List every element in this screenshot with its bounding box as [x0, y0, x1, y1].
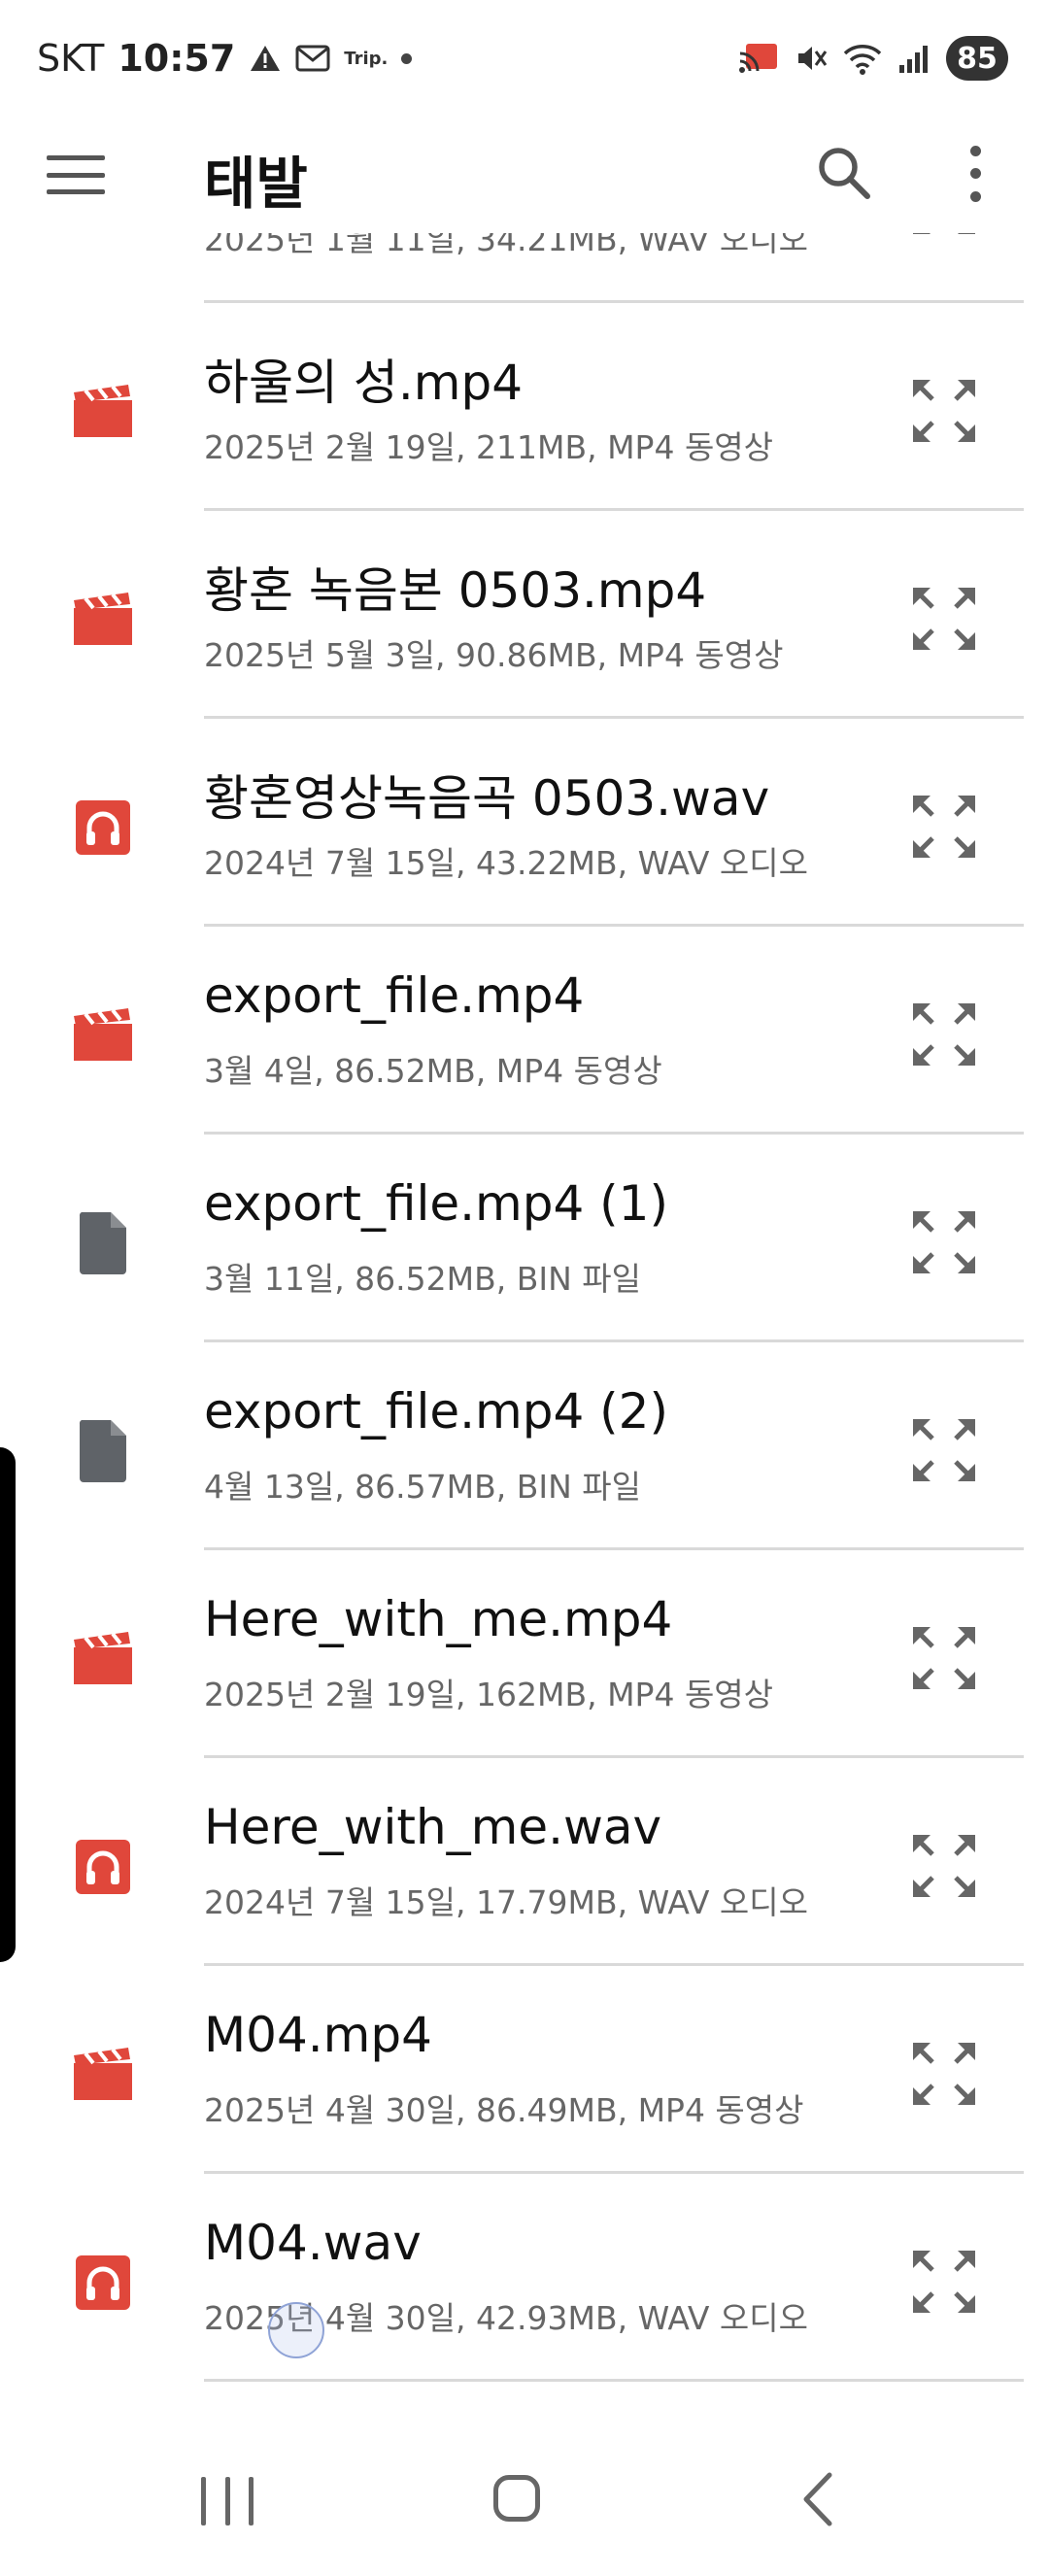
expand-icon[interactable]: [907, 1621, 981, 1695]
expand-icon[interactable]: [907, 582, 981, 656]
app-bar: 태발: [0, 117, 1049, 233]
file-name: export_file.mp4 (1): [204, 1175, 668, 1232]
more-vert-icon[interactable]: [952, 140, 998, 208]
file-details: 2025년 2월 19일, 162MB, MP4 동영상: [204, 1676, 774, 1713]
navigation-bar: [0, 2428, 1049, 2576]
generic-file-icon: [70, 1210, 136, 1276]
battery-level: 85: [946, 36, 1008, 81]
video-file-icon: [70, 587, 136, 653]
page-title: 태발: [204, 151, 308, 217]
expand-icon[interactable]: [907, 2245, 981, 2319]
cast-icon: [738, 42, 779, 75]
file-name: export_file.mp4 (2): [204, 1383, 668, 1440]
expand-icon[interactable]: [907, 233, 981, 240]
expand-icon[interactable]: [907, 1829, 981, 1903]
expand-icon[interactable]: [907, 1205, 981, 1279]
mail-icon: [295, 45, 330, 72]
expand-icon[interactable]: [907, 790, 981, 864]
file-details: 2025년 2월 19일, 211MB, MP4 동영상: [204, 428, 774, 466]
file-name: M04.wav: [204, 2215, 422, 2271]
file-name: export_file.mp4: [204, 967, 585, 1024]
file-row[interactable]: M04.mp4 2025년 4월 30일, 86.49MB, MP4 동영상: [0, 1966, 1049, 2174]
touch-indicator: [268, 2302, 324, 2358]
file-details: 2025년 4월 30일, 86.49MB, MP4 동영상: [204, 2091, 804, 2129]
file-row[interactable]: 대본 녹음 1.wav2025년 1월 11일, 34.21MB, WAV 오디…: [0, 233, 1049, 303]
file-row[interactable]: 황혼 녹음본 0503.mp4 2025년 5월 3일, 90.86MB, MP4…: [0, 511, 1049, 719]
signal-icon: [897, 42, 931, 75]
file-row[interactable]: Here_with_me.mp4 2025년 2월 19일, 162MB, MP4…: [0, 1550, 1049, 1758]
edge-panel-handle[interactable]: [0, 1447, 16, 1962]
file-row[interactable]: 황혼영상녹음곡 0503.wav 2024년 7월 15일, 43.22MB, W…: [0, 719, 1049, 927]
menu-icon[interactable]: [47, 150, 105, 200]
generic-file-icon: [70, 1418, 136, 1484]
file-row[interactable]: export_file.mp4 (1) 3월 11일, 86.52MB, BIN …: [0, 1135, 1049, 1342]
audio-file-icon: [70, 795, 136, 861]
file-details: 2024년 7월 15일, 17.79MB, WAV 오디오: [204, 1883, 809, 1921]
status-bar: SKT 10:57 Trip. 85: [0, 0, 1049, 117]
file-list[interactable]: 대본 녹음 1.wav2025년 1월 11일, 34.21MB, WAV 오디…: [0, 233, 1049, 2428]
expand-icon[interactable]: [907, 374, 981, 448]
video-file-icon: [70, 379, 136, 445]
file-row[interactable]: M04.wav 2025년 4월 30일, 42.93MB, WAV 오디오: [0, 2174, 1049, 2382]
recent-apps-icon[interactable]: [201, 2477, 254, 2525]
file-details: 2024년 7월 15일, 43.22MB, WAV 오디오: [204, 844, 809, 882]
warning-icon: [249, 44, 282, 73]
file-name: 하울의 성.mp4: [204, 355, 524, 411]
expand-icon[interactable]: [907, 2037, 981, 2111]
status-right: 85: [738, 32, 1008, 85]
file-row[interactable]: Here_with_me.wav 2024년 7월 15일, 17.79MB, W…: [0, 1758, 1049, 1966]
clock: 10:57: [118, 37, 236, 80]
file-name: Here_with_me.mp4: [204, 1591, 673, 1647]
file-row[interactable]: 하울의 성.mp4 2025년 2월 19일, 211MB, MP4 동영상: [0, 303, 1049, 511]
trip-notification-icon: Trip.: [344, 48, 389, 69]
mute-icon: [795, 42, 828, 75]
back-icon[interactable]: [793, 2469, 847, 2529]
search-icon[interactable]: [811, 140, 879, 208]
video-file-icon: [70, 2042, 136, 2108]
video-file-icon: [70, 1626, 136, 1692]
file-row[interactable]: export_file.mp4 3월 4일, 86.52MB, MP4 동영상: [0, 927, 1049, 1135]
audio-file-icon: [70, 1834, 136, 1900]
audio-file-icon: [70, 2250, 136, 2316]
file-row[interactable]: export_file.mp4 (2) 4월 13일, 86.57MB, BIN …: [0, 1342, 1049, 1550]
home-icon[interactable]: [493, 2475, 540, 2522]
divider: [204, 2379, 1024, 2382]
file-details: 4월 13일, 86.57MB, BIN 파일: [204, 1468, 642, 1506]
expand-icon[interactable]: [907, 1413, 981, 1487]
file-details: 3월 4일, 86.52MB, MP4 동영상: [204, 1052, 662, 1090]
status-left: SKT 10:57 Trip.: [37, 29, 413, 87]
audio-file-icon: [70, 233, 136, 237]
file-details: 2025년 1월 11일, 34.21MB, WAV 오디오: [204, 233, 809, 258]
file-name: 황혼영상녹음곡 0503.wav: [204, 770, 770, 827]
file-name: 황혼 녹음본 0503.mp4: [204, 562, 707, 619]
more-notifications-dot: [401, 52, 413, 64]
file-name: Here_with_me.wav: [204, 1799, 662, 1855]
file-details: 3월 11일, 86.52MB, BIN 파일: [204, 1260, 642, 1298]
file-details: 2025년 5월 3일, 90.86MB, MP4 동영상: [204, 636, 784, 674]
video-file-icon: [70, 1002, 136, 1068]
carrier-label: SKT: [37, 37, 105, 80]
wifi-icon: [843, 42, 882, 75]
file-name: M04.mp4: [204, 2007, 432, 2063]
expand-icon[interactable]: [907, 998, 981, 1071]
